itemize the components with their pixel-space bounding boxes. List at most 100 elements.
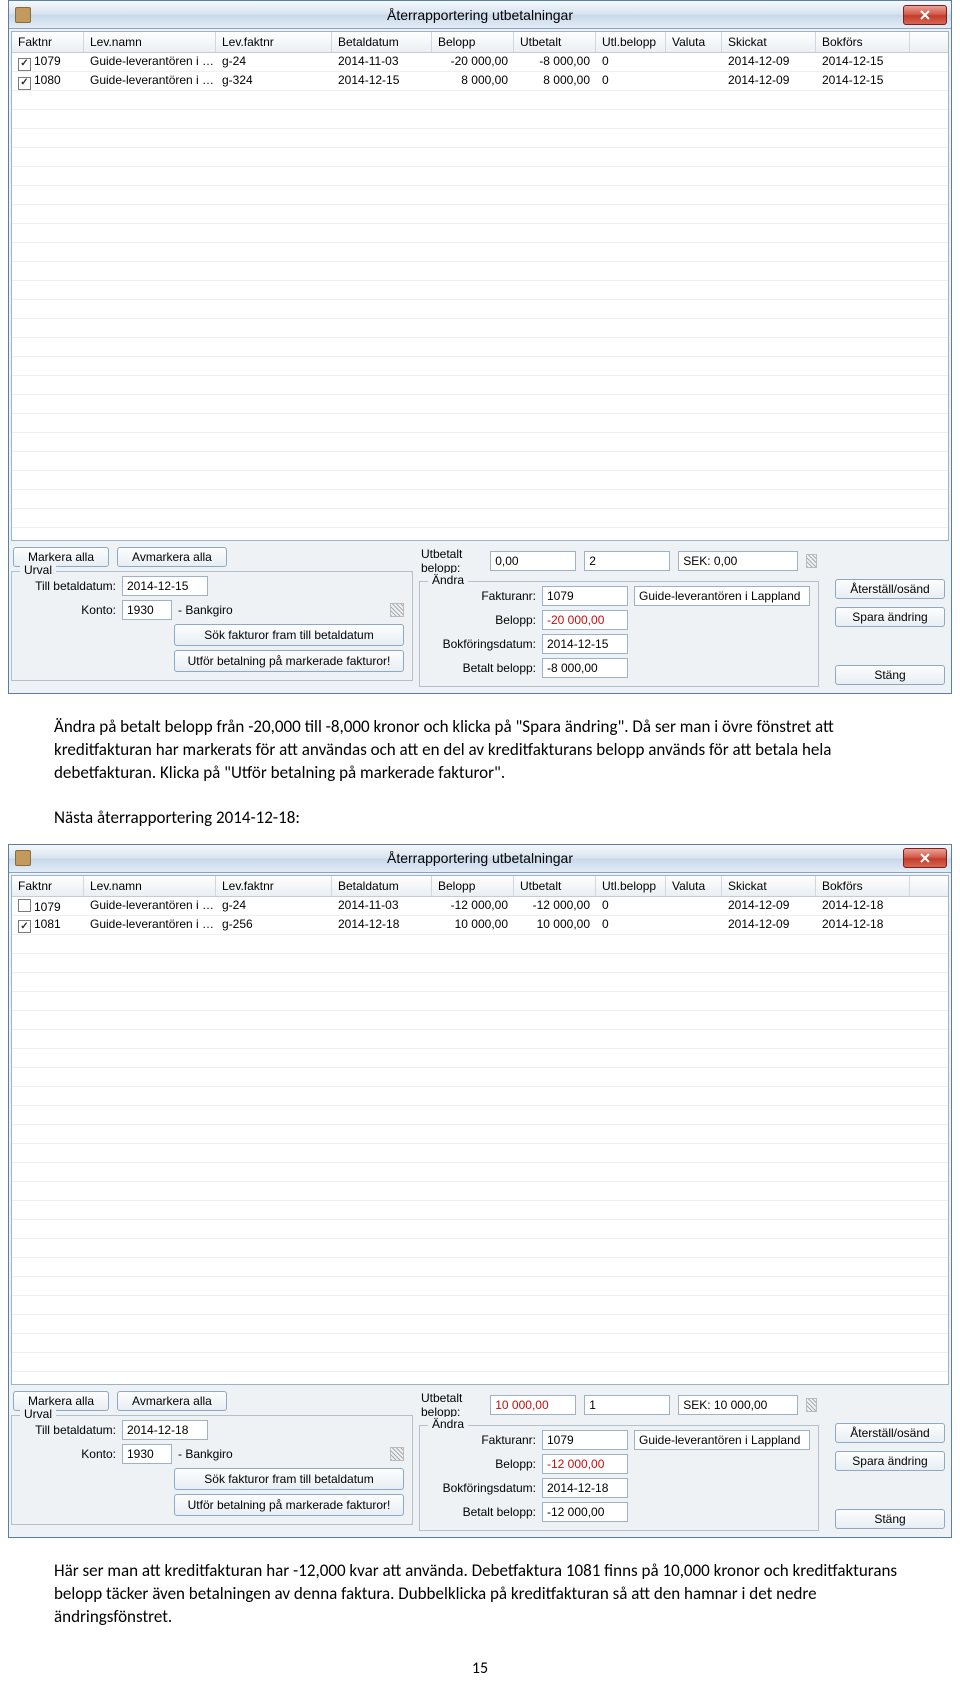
col-levnamn[interactable]: Lev.namn [84, 876, 216, 896]
table-row[interactable] [12, 1277, 948, 1296]
table-row[interactable] [12, 1372, 948, 1385]
count-field[interactable] [584, 1395, 670, 1415]
table-row[interactable] [12, 1163, 948, 1182]
col-betdat[interactable]: Betaldatum [332, 876, 432, 896]
table-row[interactable] [12, 1182, 948, 1201]
unmark-all-button[interactable]: Avmarkera alla [117, 547, 227, 567]
col-valuta[interactable]: Valuta [666, 876, 722, 896]
table-row[interactable] [12, 935, 948, 954]
table-row[interactable] [12, 1125, 948, 1144]
table-row[interactable] [12, 1049, 948, 1068]
col-valuta[interactable]: Valuta [666, 32, 722, 52]
col-skickat[interactable]: Skickat [722, 876, 816, 896]
lev-name-input[interactable] [634, 586, 810, 606]
betalt-belopp-input[interactable] [542, 658, 628, 678]
col-faktnr[interactable]: Faktnr [12, 876, 84, 896]
col-utbet[interactable]: Utbetalt [514, 32, 596, 52]
count-field[interactable] [584, 551, 670, 571]
table-row[interactable] [12, 471, 948, 490]
col-utlbel[interactable]: Utl.belopp [596, 876, 666, 896]
col-bokfors[interactable]: Bokförs [816, 32, 910, 52]
table-row[interactable] [12, 1315, 948, 1334]
table-row[interactable] [12, 186, 948, 205]
table-row[interactable] [12, 376, 948, 395]
col-levnamn[interactable]: Lev.namn [84, 32, 216, 52]
table-row[interactable] [12, 433, 948, 452]
row-checkbox[interactable] [18, 58, 31, 71]
till-betaldatum-input[interactable] [122, 1420, 208, 1440]
table-row[interactable] [12, 205, 948, 224]
utbetalt-belopp[interactable] [490, 1395, 576, 1415]
table-row[interactable] [12, 110, 948, 129]
table-row[interactable] [12, 1087, 948, 1106]
lev-name-input[interactable] [634, 1430, 810, 1450]
table-row[interactable] [12, 1030, 948, 1049]
row-checkbox[interactable] [18, 77, 31, 90]
table-row[interactable]: 1079Guide-leverantören i …g-242014-11-03… [12, 897, 948, 916]
table-row[interactable] [12, 954, 948, 973]
table-row[interactable] [12, 338, 948, 357]
execute-payment-button[interactable]: Utför betalning på markerade fakturor! [174, 1494, 404, 1516]
table-row[interactable] [12, 452, 948, 471]
table-row[interactable] [12, 395, 948, 414]
table-row[interactable] [12, 1239, 948, 1258]
table-row[interactable] [12, 1068, 948, 1087]
reset-button[interactable]: Återställ/osänd [835, 579, 945, 599]
save-button[interactable]: Spara ändring [835, 607, 945, 627]
table-row[interactable]: 1080Guide-leverantören i …g-3242014-12-1… [12, 72, 948, 91]
col-utlbel[interactable]: Utl.belopp [596, 32, 666, 52]
table-row[interactable] [12, 973, 948, 992]
table-row[interactable] [12, 319, 948, 338]
table-row[interactable] [12, 509, 948, 528]
col-bokfors[interactable]: Bokförs [816, 876, 910, 896]
table-row[interactable] [12, 357, 948, 376]
reset-button[interactable]: Återställ/osänd [835, 1423, 945, 1443]
unmark-all-button[interactable]: Avmarkera alla [117, 1391, 227, 1411]
col-betdat[interactable]: Betaldatum [332, 32, 432, 52]
table-row[interactable] [12, 224, 948, 243]
row-checkbox[interactable] [18, 920, 31, 933]
col-levfakt[interactable]: Lev.faktnr [216, 876, 332, 896]
table-row[interactable] [12, 1258, 948, 1277]
table-row[interactable] [12, 528, 948, 541]
table-row[interactable] [12, 1011, 948, 1030]
col-faktnr[interactable]: Faktnr [12, 32, 84, 52]
col-levfakt[interactable]: Lev.faktnr [216, 32, 332, 52]
table-row[interactable] [12, 167, 948, 186]
belopp-input[interactable] [542, 610, 628, 630]
table-row[interactable] [12, 281, 948, 300]
fakturanr-input[interactable] [542, 586, 628, 606]
table-row[interactable] [12, 414, 948, 433]
bokdat-input[interactable] [542, 634, 628, 654]
col-belopp[interactable]: Belopp [432, 876, 514, 896]
table-row[interactable]: 1081Guide-leverantören i …g-2562014-12-1… [12, 916, 948, 935]
belopp-input[interactable] [542, 1454, 628, 1474]
close-button[interactable]: Stäng [835, 1509, 945, 1529]
col-utbet[interactable]: Utbetalt [514, 876, 596, 896]
till-betaldatum-input[interactable] [122, 576, 208, 596]
table-row[interactable] [12, 129, 948, 148]
table-row[interactable] [12, 1296, 948, 1315]
table-row[interactable] [12, 262, 948, 281]
table-row[interactable] [12, 1144, 948, 1163]
betalt-belopp-input[interactable] [542, 1502, 628, 1522]
titlebar[interactable]: Återrapportering utbetalningar [9, 845, 951, 873]
bokdat-input[interactable] [542, 1478, 628, 1498]
table-row[interactable] [12, 1334, 948, 1353]
sek-field[interactable] [678, 1395, 798, 1415]
utbetalt-belopp[interactable] [490, 551, 576, 571]
row-checkbox[interactable] [18, 899, 31, 912]
fakturanr-input[interactable] [542, 1430, 628, 1450]
table-row[interactable] [12, 243, 948, 262]
table-row[interactable] [12, 1201, 948, 1220]
table-row[interactable] [12, 490, 948, 509]
save-button[interactable]: Spara ändring [835, 1451, 945, 1471]
table-row[interactable] [12, 1106, 948, 1125]
table-row[interactable] [12, 300, 948, 319]
konto-input[interactable] [122, 1444, 172, 1464]
search-invoices-button[interactable]: Sök fakturor fram till betaldatum [174, 624, 404, 646]
sek-field[interactable] [678, 551, 798, 571]
konto-input[interactable] [122, 600, 172, 620]
col-skickat[interactable]: Skickat [722, 32, 816, 52]
execute-payment-button[interactable]: Utför betalning på markerade fakturor! [174, 650, 404, 672]
